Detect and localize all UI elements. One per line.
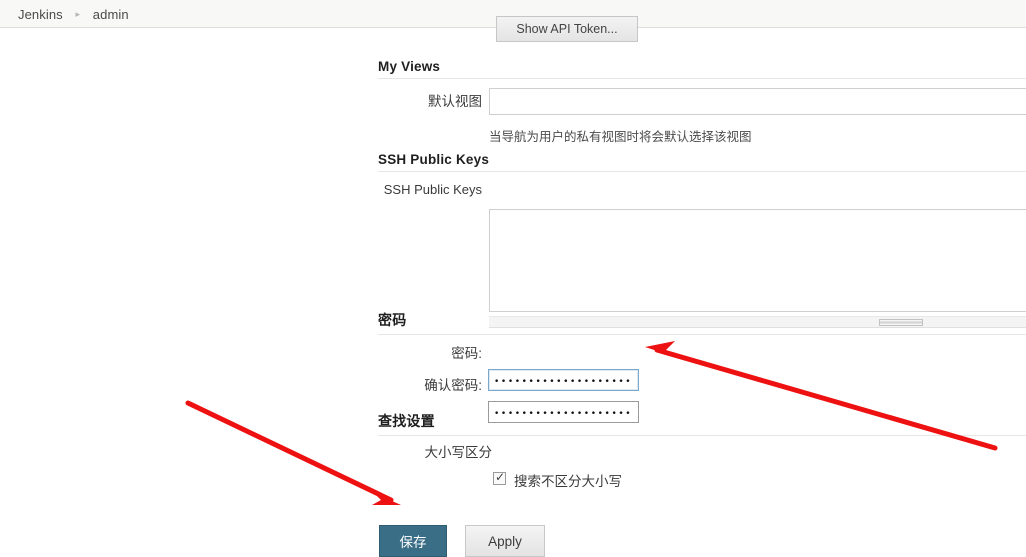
chevron-right-icon: ▸ (75, 8, 81, 19)
checkmark-icon: ✓ (495, 470, 506, 484)
apply-button[interactable]: Apply (465, 525, 545, 557)
case-sensitivity-checkbox-label[interactable]: 搜索不区分大小写 (514, 470, 622, 490)
confirm-password-label: 确认密码: (424, 378, 482, 393)
ssh-public-keys-label: SSH Public Keys (383, 182, 482, 197)
ssh-public-keys-textarea[interactable] (489, 209, 1026, 312)
section-heading-my-views: My Views (378, 59, 1026, 79)
password-input[interactable]: ••••••••••••••••••••••••••• (488, 369, 639, 391)
show-api-token-button[interactable]: Show API Token... (496, 16, 638, 42)
section-heading-ssh-public-keys: SSH Public Keys (378, 152, 1026, 172)
default-view-input[interactable] (489, 88, 1026, 115)
section-heading-search-settings: 查找设置 (378, 411, 1026, 436)
password-masked-value: ••••••••••••••••••••••••••• (494, 377, 633, 387)
breadcrumb-item-admin[interactable]: admin (93, 7, 129, 22)
default-view-label: 默认视图 (428, 94, 482, 109)
user-configure-form: Show API Token... My Views 默认视图 当导航为用户的私… (0, 16, 1026, 557)
save-button[interactable]: 保存 (379, 525, 447, 557)
section-heading-password: 密码 (378, 310, 1026, 335)
default-view-help-text: 当导航为用户的私有视图时将会默认选择该视图 (489, 130, 752, 144)
case-sensitivity-label: 大小写区分 (424, 445, 493, 460)
breadcrumb-item-jenkins[interactable]: Jenkins (18, 7, 63, 22)
case-sensitivity-checkbox[interactable]: ✓ (493, 470, 506, 485)
password-label: 密码: (451, 346, 482, 361)
